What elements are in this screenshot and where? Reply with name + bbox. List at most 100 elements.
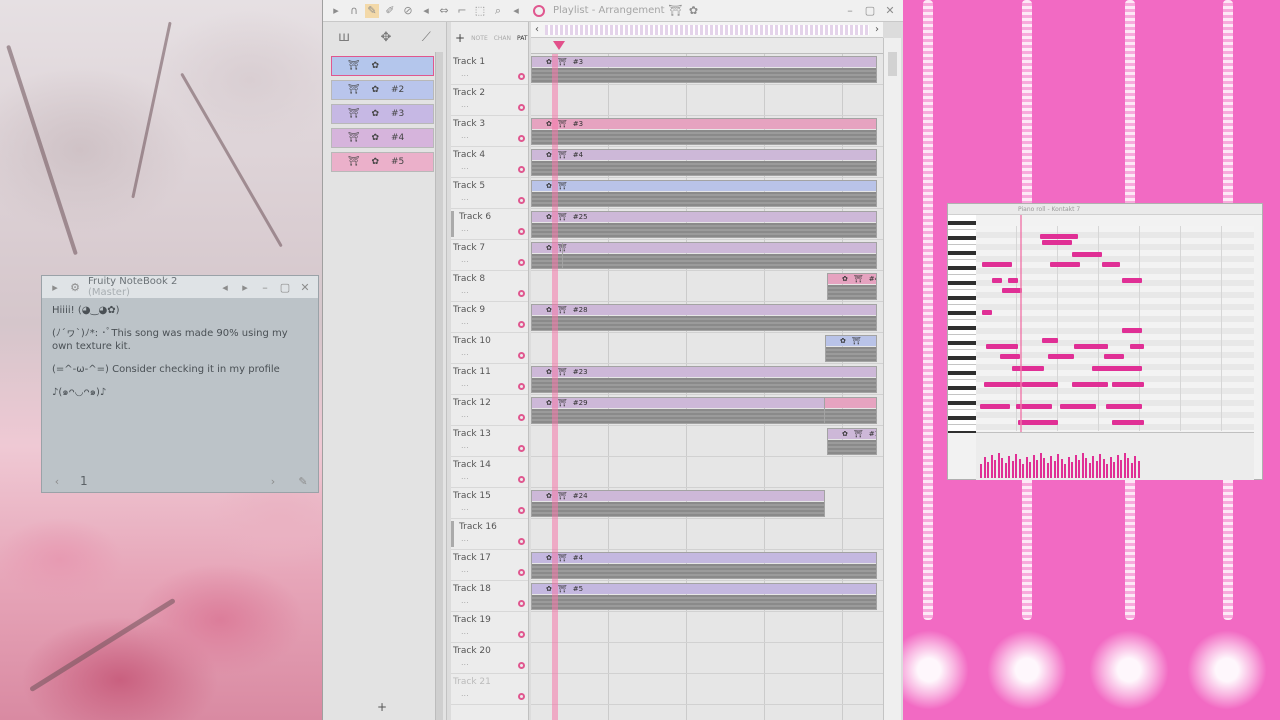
- song-position-marker[interactable]: [553, 41, 565, 50]
- close-icon[interactable]: ✕: [298, 280, 312, 294]
- notebook-window[interactable]: ▸ ⚙ Fruity NoteBook 2 (Master) ◂ ▸ – ▢ ✕…: [41, 275, 319, 493]
- track-mute-button[interactable]: [518, 73, 525, 80]
- track-header[interactable]: Track 10...: [451, 333, 528, 364]
- prev-arrow-icon[interactable]: ◂: [218, 280, 232, 294]
- slip-tool-icon[interactable]: ⇔: [437, 4, 451, 18]
- track-lane[interactable]: ✿ ⛩ #5: [531, 581, 883, 612]
- minimize-icon[interactable]: –: [843, 4, 857, 18]
- track-mute-button[interactable]: [518, 228, 525, 235]
- chan-label[interactable]: CHAN: [494, 35, 511, 42]
- midi-note[interactable]: [1040, 234, 1078, 239]
- velocity-bar[interactable]: [1123, 453, 1126, 478]
- track-header[interactable]: Track 19...: [451, 612, 528, 643]
- midi-note[interactable]: [1018, 420, 1058, 425]
- velocity-bar[interactable]: [994, 460, 996, 478]
- track-lane[interactable]: [531, 85, 883, 116]
- picker-tool-icon[interactable]: ⟋: [422, 30, 431, 45]
- track-header[interactable]: Track 15...: [451, 488, 528, 519]
- velocity-bar[interactable]: [980, 464, 982, 478]
- velocity-bar[interactable]: [990, 455, 993, 478]
- pattern-clip[interactable]: ✿⛩31: [531, 242, 563, 269]
- pattern-clip[interactable]: ✿ ⛩ #4: [531, 552, 877, 579]
- velocity-bar[interactable]: [1053, 461, 1056, 478]
- minimize-icon[interactable]: –: [258, 280, 272, 294]
- track-header[interactable]: Track 12...: [451, 395, 528, 426]
- pattern-item[interactable]: ⛩ ✿ #5: [331, 152, 434, 172]
- velocity-bar[interactable]: [1064, 464, 1066, 478]
- track-mute-button[interactable]: [518, 569, 525, 576]
- track-lane[interactable]: ✿ ⛩ #4: [531, 550, 883, 581]
- midi-note[interactable]: [980, 404, 1010, 409]
- magnet-icon[interactable]: ∩: [347, 4, 361, 18]
- zoom-tool-icon[interactable]: ⌕: [491, 4, 505, 18]
- track-header[interactable]: Track 4...: [451, 147, 528, 178]
- track-mute-button[interactable]: [518, 631, 525, 638]
- close-icon[interactable]: ✕: [883, 4, 897, 18]
- midi-note[interactable]: [992, 278, 1002, 283]
- velocity-bar[interactable]: [1088, 463, 1091, 478]
- pencil-icon[interactable]: ✎: [296, 474, 310, 488]
- picker-scrollbar[interactable]: [435, 52, 443, 720]
- track-lane[interactable]: ✿ ⛩ #4: [531, 147, 883, 178]
- midi-note[interactable]: [1106, 404, 1142, 409]
- track-mute-button[interactable]: [518, 445, 525, 452]
- velocity-bar[interactable]: [1029, 462, 1031, 478]
- track-header[interactable]: Track 6...: [451, 209, 528, 240]
- midi-note[interactable]: [1002, 288, 1022, 293]
- track-mute-button[interactable]: [518, 662, 525, 669]
- slice-tool-icon[interactable]: ⌐: [455, 4, 469, 18]
- picker-tool-icon[interactable]: ш: [338, 30, 350, 45]
- velocity-bar[interactable]: [1032, 455, 1035, 478]
- velocity-bar[interactable]: [1057, 454, 1059, 478]
- midi-note[interactable]: [1022, 382, 1058, 387]
- track-lane[interactable]: [531, 519, 883, 550]
- pattern-clip[interactable]: ✿⛩: [531, 180, 877, 207]
- track-lane[interactable]: ✿ ⛩ #28: [531, 302, 883, 333]
- track-header[interactable]: Track 20...: [451, 643, 528, 674]
- velocity-bar[interactable]: [987, 462, 989, 478]
- velocity-bar[interactable]: [1095, 461, 1098, 478]
- piano-roll-grid[interactable]: [976, 226, 1254, 431]
- midi-note[interactable]: [1122, 278, 1142, 283]
- midi-note[interactable]: [982, 262, 1012, 267]
- velocity-bar[interactable]: [1130, 463, 1133, 478]
- midi-note[interactable]: [1122, 328, 1142, 333]
- track-mute-button[interactable]: [518, 197, 525, 204]
- velocity-bar[interactable]: [1099, 454, 1101, 478]
- velocity-bar[interactable]: [997, 453, 1000, 478]
- velocity-bar[interactable]: [1067, 457, 1070, 478]
- picker-tool-icon[interactable]: ✥: [380, 30, 391, 45]
- track-mute-button[interactable]: [518, 321, 525, 328]
- notebook-titlebar[interactable]: ▸ ⚙ Fruity NoteBook 2 (Master) ◂ ▸ – ▢ ✕: [42, 276, 318, 298]
- pattern-clip[interactable]: ✿ ⛩ #3: [531, 56, 877, 83]
- paint-tool-icon[interactable]: ✐: [383, 4, 397, 18]
- velocity-bar[interactable]: [1004, 463, 1007, 478]
- pattern-clip[interactable]: ✿ ⛩ #24: [531, 490, 825, 517]
- midi-note[interactable]: [984, 382, 1022, 387]
- velocity-bar[interactable]: [1060, 459, 1063, 478]
- pattern-clip[interactable]: ✿ ⛩ #4: [827, 273, 877, 300]
- pattern-item[interactable]: ⛩ ✿ #4: [331, 128, 434, 148]
- velocity-bar[interactable]: [1039, 453, 1042, 478]
- velocity-bar[interactable]: [1109, 457, 1112, 478]
- track-lane[interactable]: ✿ ⛩ #3: [531, 54, 883, 85]
- track-lane[interactable]: ✿ ⛩ #16: [531, 426, 883, 457]
- velocity-lane[interactable]: [976, 432, 1254, 480]
- track-mute-button[interactable]: [518, 414, 525, 421]
- maximize-icon[interactable]: ▢: [863, 4, 877, 18]
- track-mute-button[interactable]: [518, 352, 525, 359]
- select-tool-icon[interactable]: ⬚: [473, 4, 487, 18]
- next-arrow-icon[interactable]: ▸: [238, 280, 252, 294]
- velocity-bar[interactable]: [1081, 453, 1084, 478]
- track-lane[interactable]: ✿⛩#8✿⛩#29: [531, 395, 883, 426]
- midi-note[interactable]: [986, 344, 1018, 349]
- velocity-bar[interactable]: [1011, 461, 1014, 478]
- velocity-bar[interactable]: [1001, 458, 1003, 478]
- velocity-bar[interactable]: [1116, 455, 1119, 478]
- track-lane[interactable]: ✿ ⛩ #3: [531, 116, 883, 147]
- menu-arrow-icon[interactable]: ▸: [48, 280, 62, 294]
- track-lane[interactable]: [531, 457, 883, 488]
- track-mute-button[interactable]: [518, 135, 525, 142]
- velocity-bar[interactable]: [1120, 460, 1122, 478]
- pattern-clip[interactable]: ✿ ⛩ #3: [531, 118, 877, 145]
